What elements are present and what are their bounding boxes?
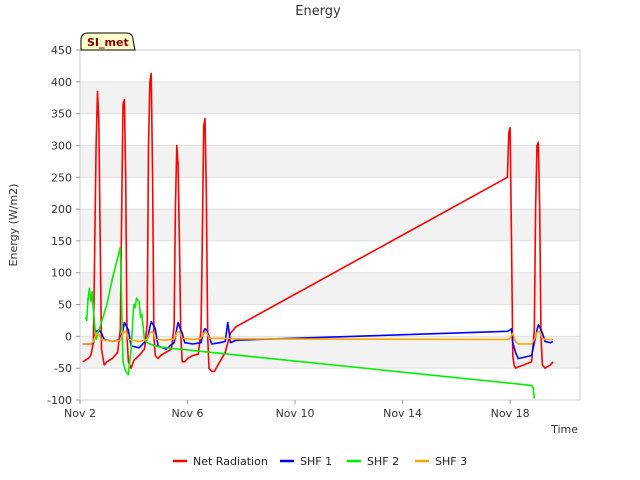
x-tick-label: Nov 18: [491, 407, 530, 420]
x-tick-label: Nov 2: [64, 407, 96, 420]
y-tick-label: 350: [51, 108, 72, 121]
y-tick-label: 250: [51, 171, 72, 184]
grid-band: [80, 113, 580, 146]
grid-band: [80, 177, 580, 210]
energy-chart: -100 -50 0 50 100 150 200 250 300 350 400 450 Nov 2…: [7, 4, 581, 468]
x-axis-title: Time: [550, 423, 578, 436]
y-axis-title: Energy (W/m2): [7, 184, 20, 267]
legend-label: SHF 3: [435, 455, 467, 468]
legend-label: SHF 2: [367, 455, 399, 468]
y-tick-label: 200: [51, 203, 72, 216]
y-tick-label: 50: [58, 299, 72, 312]
y-tick-label: 450: [51, 44, 72, 57]
site-badge: SI_met: [80, 32, 136, 51]
y-tick-label: 150: [51, 235, 72, 248]
site-badge-label: SI_met: [87, 36, 129, 49]
y-tick-label: 0: [65, 330, 72, 343]
legend-label: Net Radiation: [193, 455, 268, 468]
grid-band: [80, 240, 580, 273]
y-tick-label: 100: [51, 267, 72, 280]
grid-band: [80, 81, 580, 114]
x-tick-label: Nov 10: [276, 407, 315, 420]
y-tick-label: -50: [54, 362, 72, 375]
grid-band: [80, 50, 580, 82]
y-tick-label: -100: [47, 394, 72, 407]
x-tick-label: Nov 14: [383, 407, 422, 420]
x-tick-label: Nov 6: [172, 407, 204, 420]
grid-band: [80, 209, 580, 241]
legend: Net Radiation SHF 1 SHF 2 SHF 3: [173, 455, 467, 468]
y-tick-label: 300: [51, 139, 72, 152]
grid-band: [80, 145, 580, 178]
grid-band: [80, 272, 580, 305]
y-axis-ticks: -100 -50 0 50 100 150 200 250 300 350 400 450: [47, 44, 80, 407]
x-axis-ticks: Nov 2 Nov 6 Nov 10 Nov 14 Nov 18: [64, 400, 530, 420]
grid-band: [80, 368, 580, 400]
chart-title: Energy: [295, 4, 341, 19]
y-tick-label: 400: [51, 76, 72, 89]
legend-label: SHF 1: [300, 455, 332, 468]
